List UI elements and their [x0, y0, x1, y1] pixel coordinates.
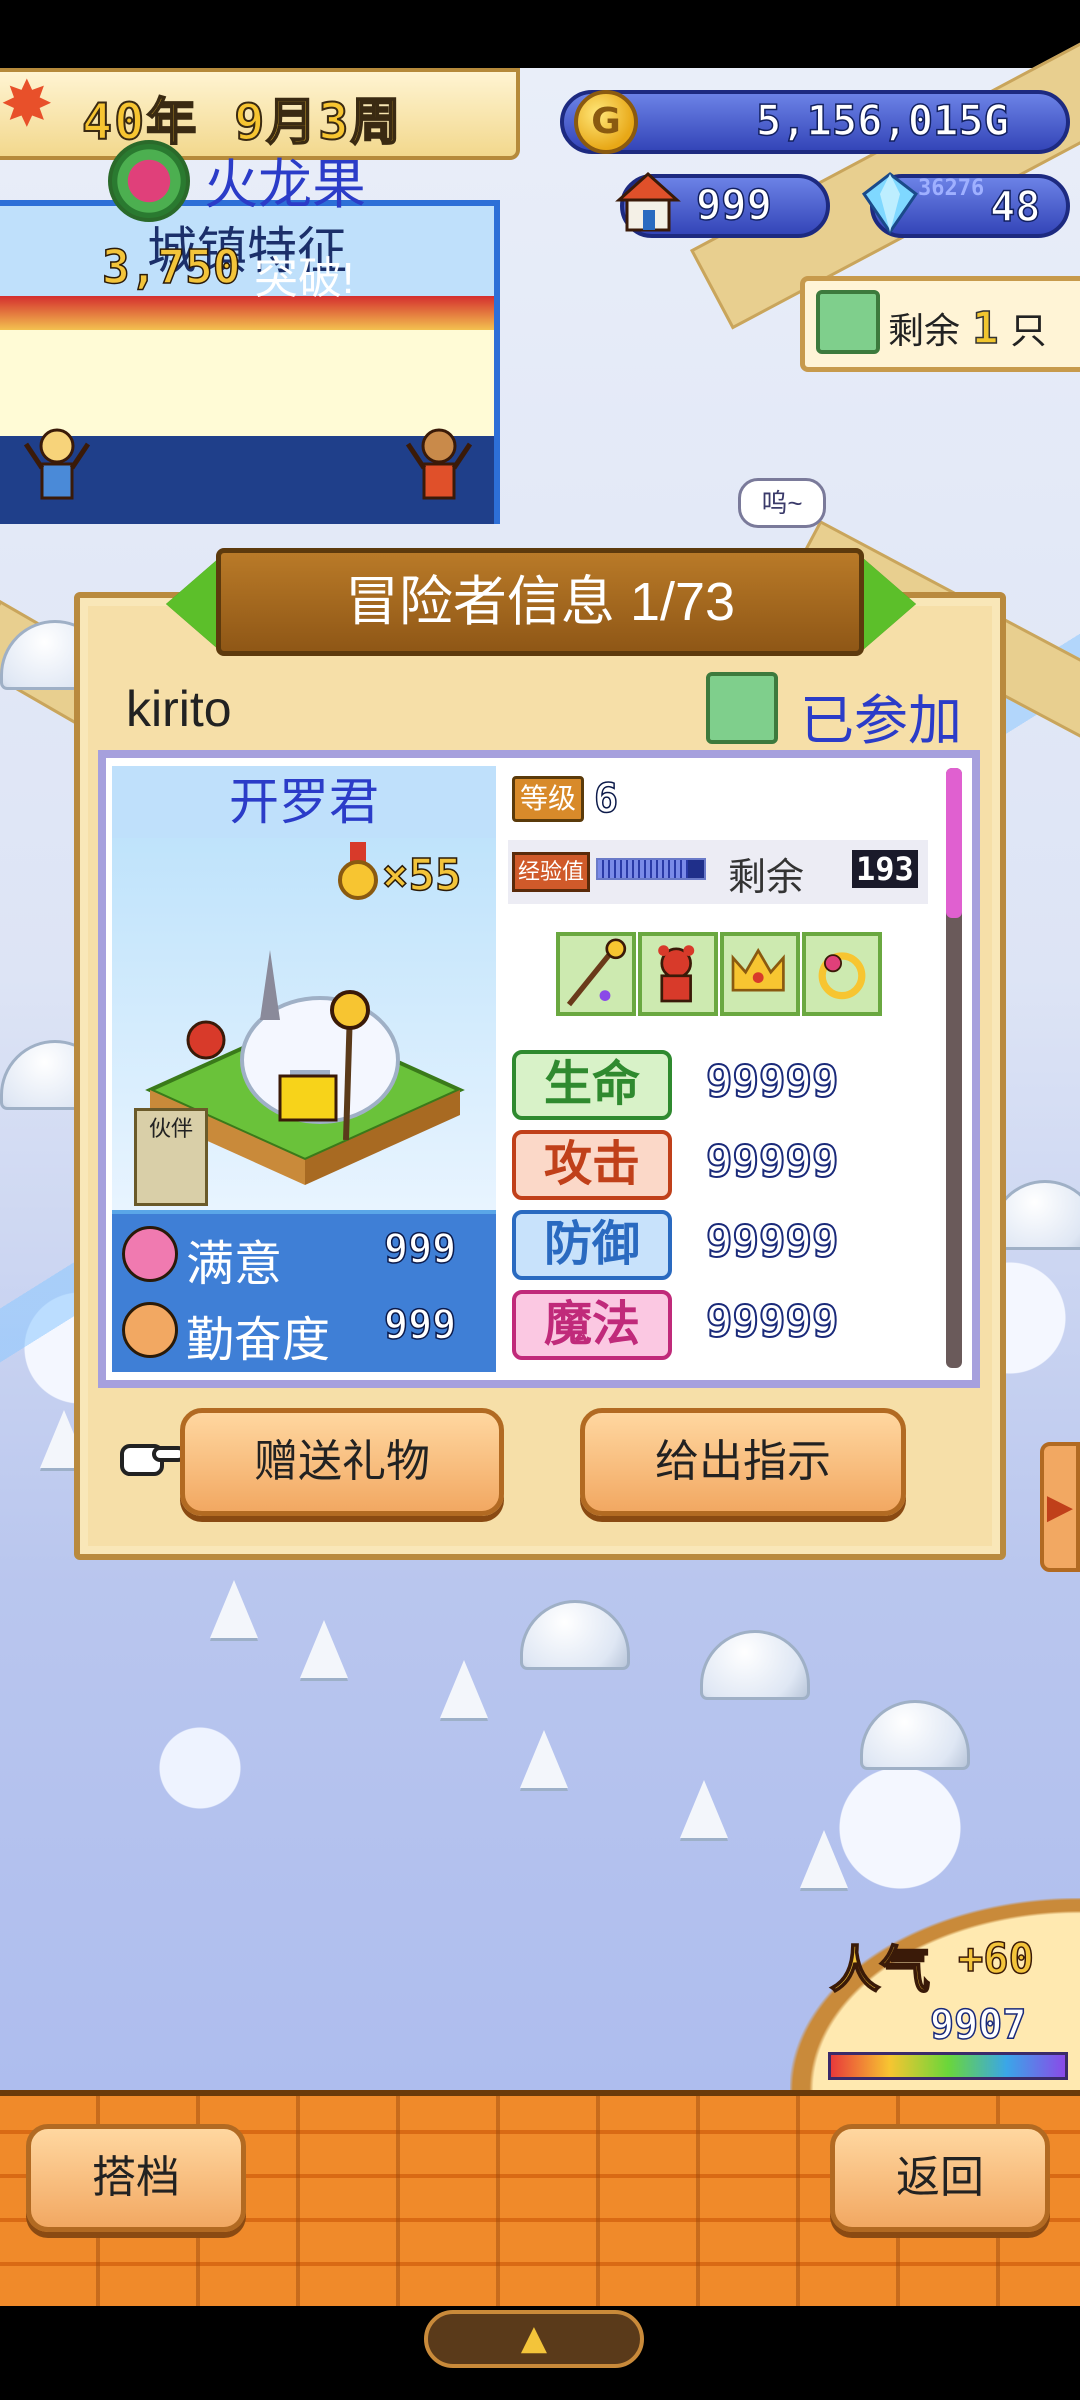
- fist-icon: [122, 1302, 178, 1358]
- satisfaction-label: 满意: [186, 1238, 283, 1291]
- crystal-value: 48: [989, 181, 1041, 232]
- snow-tree: [680, 1780, 728, 1838]
- side-expand-arrow-icon[interactable]: ▶: [1040, 1442, 1080, 1572]
- partner-button[interactable]: 搭档: [26, 2124, 246, 2232]
- speech-bubble: 呜~: [738, 478, 826, 528]
- popularity-delta: +60: [957, 1933, 1034, 1984]
- attr-defense-label: 防御: [512, 1210, 672, 1280]
- equipment-row: [556, 932, 884, 1018]
- level-value: 6: [593, 775, 619, 823]
- crystal-sub: 36276: [918, 176, 985, 201]
- give-gift-button[interactable]: 赠送礼物: [180, 1408, 504, 1516]
- house-icon: [615, 171, 681, 232]
- attr-hp-value: 99999: [705, 1055, 839, 1108]
- diligence-value: 999: [383, 1301, 457, 1349]
- medal-count: ×55: [381, 849, 462, 902]
- partner-tag-label: 伙伴: [148, 1116, 193, 1141]
- give-instruction-button[interactable]: 给出指示: [580, 1408, 906, 1516]
- remaining-label: 剩余 1 只: [888, 302, 1047, 355]
- snow-tree: [440, 1660, 488, 1718]
- crown-icon[interactable]: [720, 932, 800, 1016]
- attr-defense-value: 99999: [705, 1215, 839, 1268]
- expand-up-arrow-icon[interactable]: ▲: [424, 2310, 644, 2368]
- cheering-person-icon: [405, 428, 473, 500]
- exp-remain-label: 剩余: [728, 857, 805, 899]
- monster-icon: [706, 672, 778, 744]
- adventurer-name[interactable]: kirito: [126, 680, 232, 738]
- attr-magic-label: 魔法: [512, 1290, 672, 1360]
- house-value: 999: [695, 179, 772, 230]
- next-adventurer-arrow-icon[interactable]: [856, 552, 916, 656]
- attr-magic-value: 99999: [705, 1295, 839, 1348]
- participation-status: 已参加: [800, 691, 962, 751]
- diligence-label: 勤奋度: [186, 1314, 331, 1367]
- scrollbar-thumb[interactable]: [946, 768, 962, 918]
- heart-icon: [122, 1226, 178, 1282]
- maple-leaf-icon: ✸: [0, 68, 54, 142]
- gold-value: 5,156,015G: [755, 95, 1009, 146]
- staff-icon[interactable]: [556, 932, 636, 1016]
- back-button[interactable]: 返回: [830, 2124, 1050, 2232]
- partner-tag: 伙伴: [134, 1108, 208, 1206]
- exp-remain-value: 193: [852, 850, 918, 888]
- feature-item-area: [0, 330, 494, 436]
- exp-label: 经验值: [512, 852, 590, 892]
- snow-tree: [300, 1620, 348, 1678]
- crystal-icon: [861, 172, 919, 234]
- bear-icon[interactable]: [638, 932, 718, 1016]
- gold-coin-icon: G: [574, 90, 638, 154]
- town-feature-title: 城镇特征: [0, 206, 494, 296]
- break-label: 突破!: [254, 254, 355, 303]
- remaining-unit: 只: [1010, 310, 1047, 351]
- attr-hp-label: 生命: [512, 1050, 672, 1120]
- exp-bar-fill: [598, 860, 688, 878]
- popularity-bar: [828, 2052, 1068, 2080]
- medal-icon: [338, 842, 378, 900]
- popularity-value: 9907: [929, 2001, 1027, 2049]
- feature-item-name: 火龙果: [204, 155, 366, 215]
- snow-tree: [210, 1580, 258, 1638]
- cheering-person-icon: [23, 428, 91, 500]
- snow-tree: [800, 1830, 848, 1888]
- monster-icon: [816, 290, 880, 354]
- satisfaction-value: 999: [383, 1225, 457, 1273]
- dragon-fruit-icon: [108, 140, 190, 222]
- attr-attack-label: 攻击: [512, 1130, 672, 1200]
- remaining-count: 1: [971, 302, 999, 355]
- snow-tree: [520, 1730, 568, 1788]
- pointing-hand-icon: [120, 1444, 186, 1476]
- break-count: 3,750: [101, 239, 241, 295]
- popularity-label: 人气: [829, 1941, 931, 1999]
- panel-title: 冒险者信息 1/73: [216, 548, 864, 656]
- remaining-text: 剩余: [888, 310, 961, 351]
- curtain-decoration: [0, 296, 494, 330]
- level-label: 等级: [512, 776, 584, 822]
- ring-icon[interactable]: [802, 932, 882, 1016]
- adventurer-class: 开罗君: [112, 766, 496, 838]
- attr-attack-value: 99999: [705, 1135, 839, 1188]
